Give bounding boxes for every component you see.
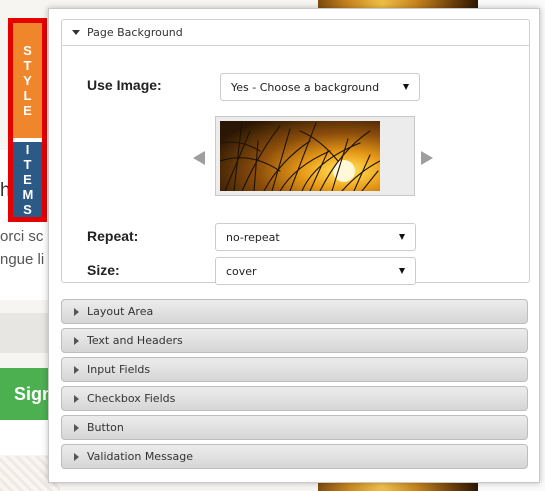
prev-arrow-icon[interactable] bbox=[193, 151, 205, 165]
side-tabs: STYLE ITEMS bbox=[8, 18, 47, 222]
dropdown-arrow-icon bbox=[399, 234, 405, 240]
use-image-select[interactable]: Yes - Choose a background bbox=[220, 73, 420, 101]
section-checkbox-fields[interactable]: Checkbox Fields bbox=[61, 386, 528, 411]
repeat-select[interactable]: no-repeat bbox=[215, 223, 416, 251]
section-label: Button bbox=[87, 421, 124, 434]
tab-items[interactable]: ITEMS bbox=[13, 142, 42, 217]
sunset-thumbnail[interactable] bbox=[220, 121, 380, 191]
background-preview bbox=[215, 116, 415, 196]
section-label: Text and Headers bbox=[87, 334, 183, 347]
caret-right-icon bbox=[74, 394, 79, 403]
background-photo-top bbox=[318, 0, 478, 8]
section-label: Checkbox Fields bbox=[87, 392, 176, 405]
caret-right-icon bbox=[74, 336, 79, 345]
dropdown-arrow-icon bbox=[399, 268, 405, 274]
tab-style[interactable]: STYLE bbox=[13, 23, 42, 138]
section-input-fields[interactable]: Input Fields bbox=[61, 357, 528, 382]
size-value: cover bbox=[226, 264, 257, 278]
background-text-line: ngue li bbox=[0, 251, 45, 268]
caret-right-icon bbox=[74, 452, 79, 461]
section-button[interactable]: Button bbox=[61, 415, 528, 440]
caret-down-icon bbox=[72, 30, 80, 35]
section-label: Layout Area bbox=[87, 305, 154, 318]
section-title: Page Background bbox=[87, 26, 183, 39]
dropdown-arrow-icon bbox=[403, 84, 409, 90]
sunset-image bbox=[220, 121, 380, 191]
size-label: Size: bbox=[87, 262, 120, 278]
background-text-line: orci sc bbox=[0, 228, 44, 245]
section-validation-message[interactable]: Validation Message bbox=[61, 444, 528, 469]
tab-style-label: STYLE bbox=[23, 43, 32, 118]
section-page-background: Page Background Use Image: Yes - Choose … bbox=[61, 19, 530, 285]
caret-right-icon bbox=[74, 307, 79, 316]
tab-items-label: ITEMS bbox=[22, 142, 34, 217]
next-arrow-icon[interactable] bbox=[421, 151, 433, 165]
style-panel: Page Background Use Image: Yes - Choose … bbox=[48, 8, 540, 483]
section-label: Validation Message bbox=[87, 450, 194, 463]
repeat-label: Repeat: bbox=[87, 228, 139, 244]
caret-right-icon bbox=[74, 365, 79, 374]
section-label: Input Fields bbox=[87, 363, 151, 376]
section-text-and-headers[interactable]: Text and Headers bbox=[61, 328, 528, 353]
repeat-value: no-repeat bbox=[226, 230, 280, 244]
size-select[interactable]: cover bbox=[215, 257, 416, 285]
section-header-page-background[interactable]: Page Background bbox=[62, 20, 529, 46]
section-layout-area[interactable]: Layout Area bbox=[61, 299, 528, 324]
use-image-label: Use Image: bbox=[87, 77, 162, 93]
use-image-value: Yes - Choose a background bbox=[231, 80, 380, 94]
caret-right-icon bbox=[74, 423, 79, 432]
